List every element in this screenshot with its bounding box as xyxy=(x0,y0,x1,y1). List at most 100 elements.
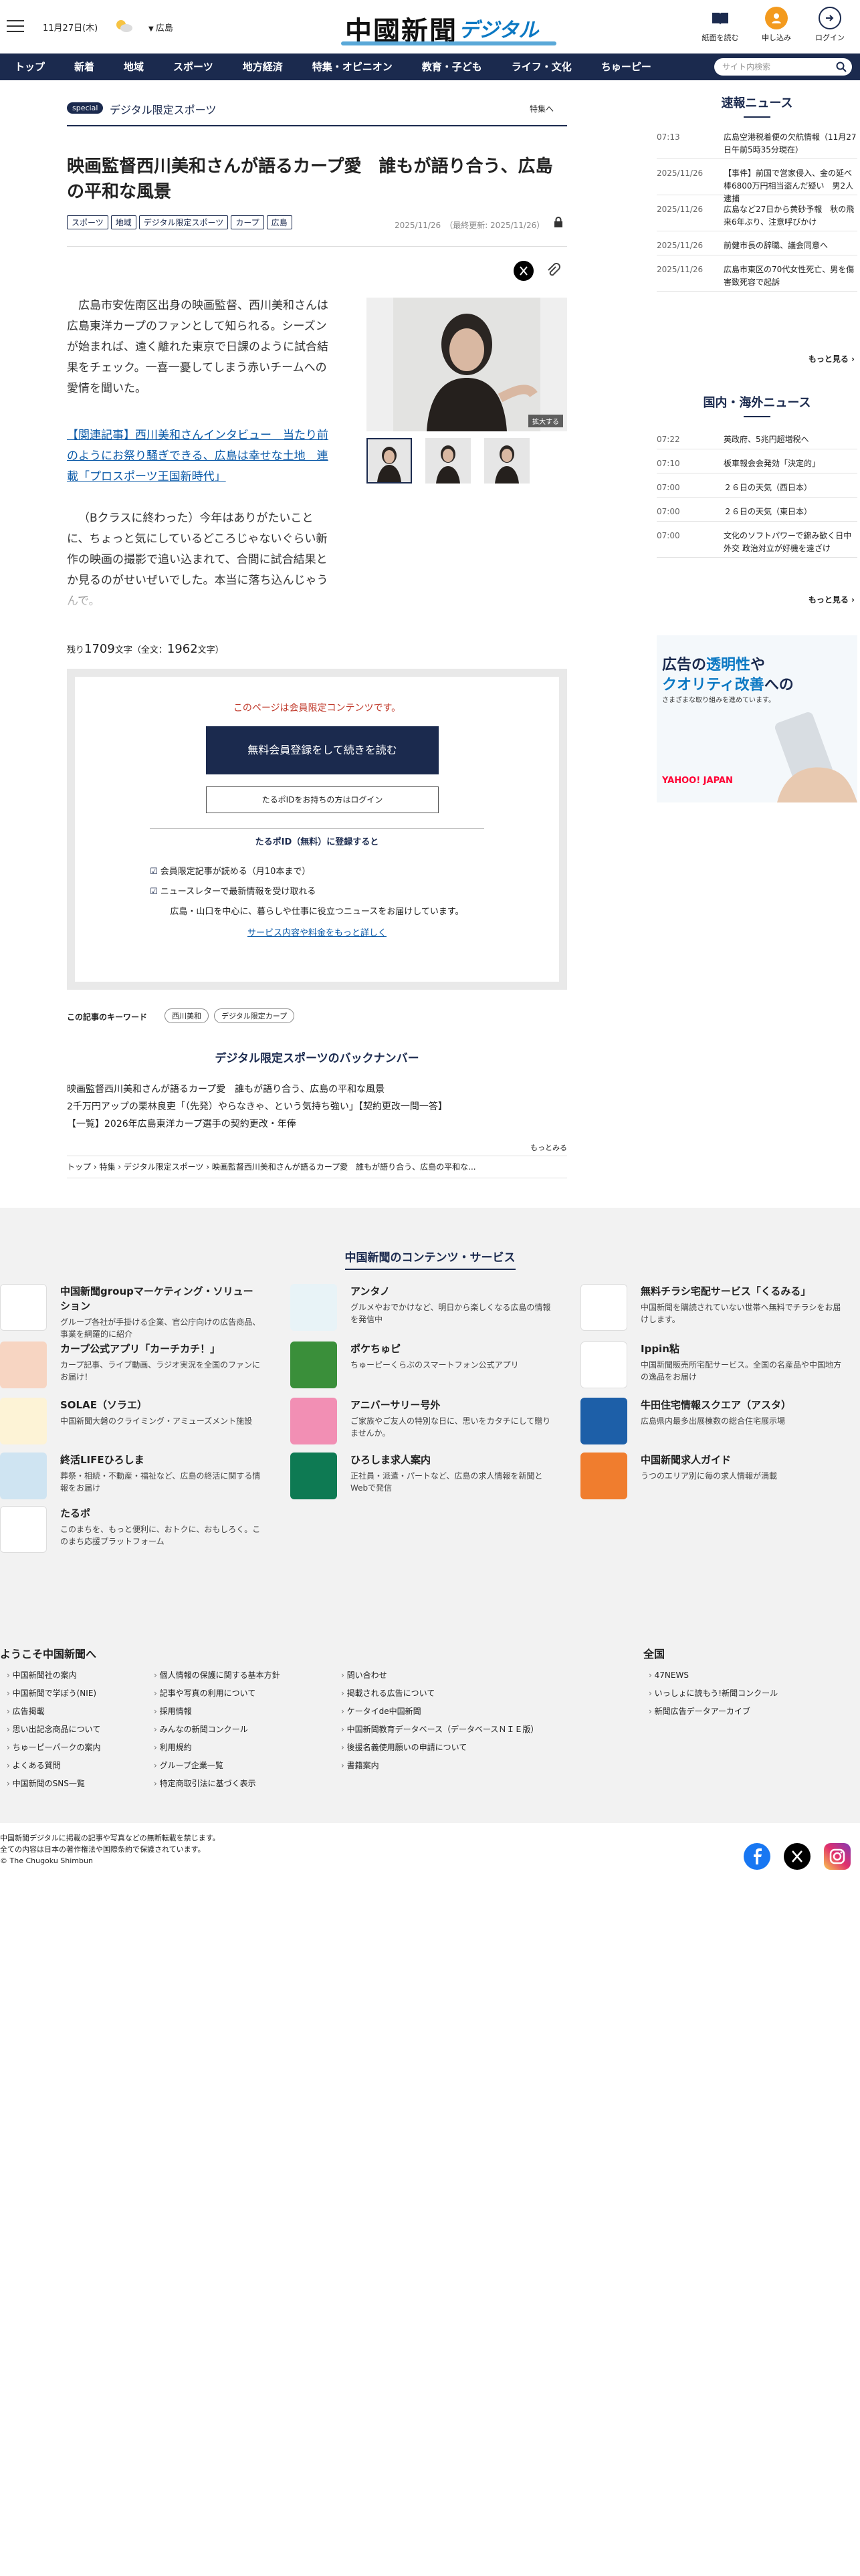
special-link[interactable]: 特集へ xyxy=(530,103,554,114)
breadcrumb-item[interactable]: 特集 xyxy=(99,1162,115,1172)
service-card[interactable]: 牛田住宅情報スクエア（アスタ） 広島県内最多出展棟数の総合住宅展示場 xyxy=(580,1398,841,1448)
nav-item[interactable]: 特集・オピニオン xyxy=(298,53,407,80)
breadcrumb-item[interactable]: トップ xyxy=(67,1162,91,1172)
location-selector[interactable]: ▼ 広島 xyxy=(148,21,173,33)
service-card[interactable]: ひろしま求人案内 正社員・派遣・パートなど、広島の求人情報を新聞とWebで発信 xyxy=(290,1453,551,1503)
service-name: カープ公式アプリ「カーチカチ！」 xyxy=(60,1343,221,1355)
x-icon[interactable] xyxy=(784,1843,811,1870)
backnumber-more-link[interactable]: もっとみる xyxy=(67,1142,567,1153)
read-paper-button[interactable]: 紙面を読む xyxy=(697,7,744,43)
nav-item[interactable]: トップ xyxy=(0,53,60,80)
nav-item[interactable]: スポーツ xyxy=(158,53,228,80)
instagram-icon[interactable] xyxy=(824,1843,851,1870)
keyword-tag[interactable]: デジタル限定カープ xyxy=(214,1008,295,1023)
news-item[interactable]: 07:00 文化のソフトパワーで錦み歓く日中外交 政治対立が好機を遠ざけ xyxy=(657,530,857,558)
apply-button[interactable]: 申し込み xyxy=(753,7,800,43)
service-card[interactable]: 中国新聞groupマーケティング・ソリューション グループ各社が手掛ける企業、官公… xyxy=(0,1284,261,1339)
article-tag[interactable]: スポーツ xyxy=(67,215,108,229)
nav-item[interactable]: 地方経済 xyxy=(228,53,298,80)
login-with-id-button[interactable]: たるポIDをお持ちの方はログイン xyxy=(206,786,439,813)
x-share-icon[interactable] xyxy=(514,261,534,281)
service-card[interactable]: アニバーサリー号外 ご家族やご友人の特別な日に、思いをカタチにして贈りませんか。 xyxy=(290,1398,551,1448)
login-button[interactable]: ログイン xyxy=(807,7,853,43)
news-item[interactable]: 07:00 ２６日の天気（東日本） xyxy=(657,506,857,522)
nav-item[interactable]: ちゅーピー xyxy=(586,53,666,80)
nav-item[interactable]: ライフ・文化 xyxy=(497,53,586,80)
thumbnail[interactable] xyxy=(484,438,530,484)
article-tag[interactable]: 地域 xyxy=(110,215,136,229)
footer-link[interactable]: 掲載される広告について xyxy=(341,1685,538,1703)
menu-icon[interactable] xyxy=(7,20,24,33)
backnumber-item[interactable]: 2千万円アップの栗林良吏「（先発）やらなきゃ、という気持ち強い」【契約更改一問一… xyxy=(67,1098,567,1115)
breaking-more-link[interactable]: もっと見る › xyxy=(657,353,855,364)
news-item[interactable]: 2025/11/26 【事件】前国で営家侵入、金の延べ棒6800万円相当盗んだ疑い… xyxy=(657,167,857,203)
footer-link[interactable]: 個人情報の保護に関する基本方針 xyxy=(154,1667,280,1685)
service-desc: グループ各社が手掛ける企業、官公庁向けの広告商品、事業を網羅的に紹介 xyxy=(60,1317,261,1339)
article-tag[interactable]: 広島 xyxy=(266,215,292,229)
footer-link[interactable]: 中国新聞教育データベース（データベースＮＩＥ版） xyxy=(341,1721,539,1739)
service-card[interactable]: アンタノ グルメやおでかけなど、明日から楽しくなる広島の情報を発信中 xyxy=(290,1284,551,1335)
footer-link[interactable]: 特定商取引法に基づく表示 xyxy=(154,1775,280,1793)
service-card[interactable]: 終活LIFEひろしま 葬祭・相続・不動産・福祉など、広島の終活に関する情報をお届け xyxy=(0,1453,261,1503)
nav-item[interactable]: 地域 xyxy=(109,53,158,80)
footer-link[interactable]: 書籍案内 xyxy=(341,1757,538,1775)
footer-link[interactable]: よくある質問 xyxy=(7,1757,101,1775)
news-item[interactable]: 07:10 板車報会会発効「決定的」 xyxy=(657,457,857,473)
related-article-link[interactable]: 【関連記事】西川美和さんインタビュー 当たり前のようにお祭り騒ぎできる、広島は幸… xyxy=(67,425,331,488)
breadcrumb-item[interactable]: デジタル限定スポーツ xyxy=(124,1162,204,1172)
enlarge-label[interactable]: 拡大する xyxy=(528,415,563,427)
world-more-link[interactable]: もっと見る › xyxy=(657,594,855,605)
news-item[interactable]: 2025/11/26 広島など27日から黄砂予報 秋の飛来6年ぶり、注意呼びかけ xyxy=(657,203,857,231)
footer-link[interactable]: グループ企業一覧 xyxy=(154,1757,280,1775)
footer-link[interactable]: 47NEWS xyxy=(649,1667,778,1685)
facebook-icon[interactable] xyxy=(744,1843,770,1870)
footer-link[interactable]: ちゅーピーパークの案内 xyxy=(7,1739,101,1757)
news-item[interactable]: 07:00 ２６日の天気（西日本） xyxy=(657,481,857,498)
footer-link[interactable]: 利用規約 xyxy=(154,1739,280,1757)
site-logo[interactable]: 中國新聞 デジタル xyxy=(338,8,559,47)
backnumber-item[interactable]: 【一覧】2026年広島東洋カープ選手の契約更改・年俸 xyxy=(67,1115,567,1133)
search-input[interactable]: サイト内検索 xyxy=(714,58,852,76)
service-name: SOLAE（ソラエ） xyxy=(60,1399,147,1411)
footer-link[interactable]: 記事や写真の利用について xyxy=(154,1685,280,1703)
footer-link[interactable]: ケータイde中国新聞 xyxy=(341,1703,538,1721)
footer-link[interactable]: 思い出記念商品について xyxy=(7,1721,101,1739)
article-tag[interactable]: デジタル限定スポーツ xyxy=(138,215,229,229)
footer-link[interactable]: 中国新聞のSNS一覧 xyxy=(7,1775,101,1793)
link-copy-icon[interactable] xyxy=(546,262,562,280)
service-card[interactable]: SOLAE（ソラエ） 中国新聞大磐のクライミング・アミューズメント施設 xyxy=(0,1398,261,1448)
main-photo[interactable]: 拡大する xyxy=(366,298,567,431)
news-item[interactable]: 07:22 英政府、5兆円超増税へ xyxy=(657,433,857,449)
thumbnail[interactable] xyxy=(425,438,471,484)
service-card[interactable]: たるポ このまちを、もっと便利に、おトクに、おもしろく。このまち応援プラットフォー… xyxy=(0,1506,261,1557)
search-icon[interactable] xyxy=(836,62,847,72)
news-item[interactable]: 2025/11/26 前健市長の辞職、議会同意へ xyxy=(657,239,857,255)
news-item[interactable]: 07:13 広島空港税着便の欠航情報（11月27日午前5時35分現在） xyxy=(657,131,857,159)
service-card[interactable]: 無料チラシ宅配サービス「くるみる」 中国新聞を購読されていない世帯へ無料でチラシを… xyxy=(580,1284,841,1335)
nav-item[interactable]: 教育・子ども xyxy=(407,53,497,80)
footer-link[interactable]: 中国新聞社の案内 xyxy=(7,1667,101,1685)
nav-item[interactable]: 新着 xyxy=(60,53,109,80)
service-card[interactable]: ポケちゅピ ちゅーピーくらぶのスマートフォン公式アプリ xyxy=(290,1341,551,1392)
footer-link[interactable]: 後援名義使用願いの申請について xyxy=(341,1739,538,1757)
footer-link[interactable]: 採用情報 xyxy=(154,1703,280,1721)
yahoo-ad[interactable]: 広告の透明性や クオリティ改善への さまざまな取り組みを進めています。 YAHO… xyxy=(657,635,857,802)
register-button[interactable]: 無料会員登録をして続きを読む xyxy=(206,726,439,774)
service-card[interactable]: 中国新聞求人ガイド うつのエリア別に毎の求人情報が満載 xyxy=(580,1453,841,1503)
footer-link[interactable]: 問い合わせ xyxy=(341,1667,538,1685)
service-name: ポケちゅピ xyxy=(350,1343,401,1355)
news-item[interactable]: 2025/11/26 広島市東区の70代女性死亡、男を傷害致死容で起訴 xyxy=(657,263,857,292)
footer-link[interactable]: みんなの新聞コンクール xyxy=(154,1721,280,1739)
footer-link[interactable]: 広告掲載 xyxy=(7,1703,101,1721)
service-card[interactable]: カープ公式アプリ「カーチカチ！」 カープ記事、ライブ動画、ラジオ実況を全国のファン… xyxy=(0,1341,261,1392)
article-tag[interactable]: カープ xyxy=(231,215,264,229)
footer-link[interactable]: 新聞広告データアーカイブ xyxy=(649,1703,778,1721)
footer-link[interactable]: 中国新聞で学ぼう(NIE) xyxy=(7,1685,101,1703)
special-label[interactable]: デジタル限定スポーツ xyxy=(110,101,216,117)
service-card[interactable]: Ippin粘 中国新聞販売所宅配サービス。全国の名産品や中国地方の逸品をお届け xyxy=(580,1341,841,1392)
footer-link[interactable]: いっしょに読もう!新聞コンクール xyxy=(649,1685,778,1703)
service-details-link[interactable]: サービス内容や料金をもっと詳しく xyxy=(75,926,559,938)
backnumber-item[interactable]: 映画監督西川美和さんが語るカープ愛 誰もが語り合う、広島の平和な風景 xyxy=(67,1081,567,1098)
keyword-tag[interactable]: 西川美和 xyxy=(165,1008,209,1023)
thumbnail[interactable] xyxy=(366,438,412,484)
